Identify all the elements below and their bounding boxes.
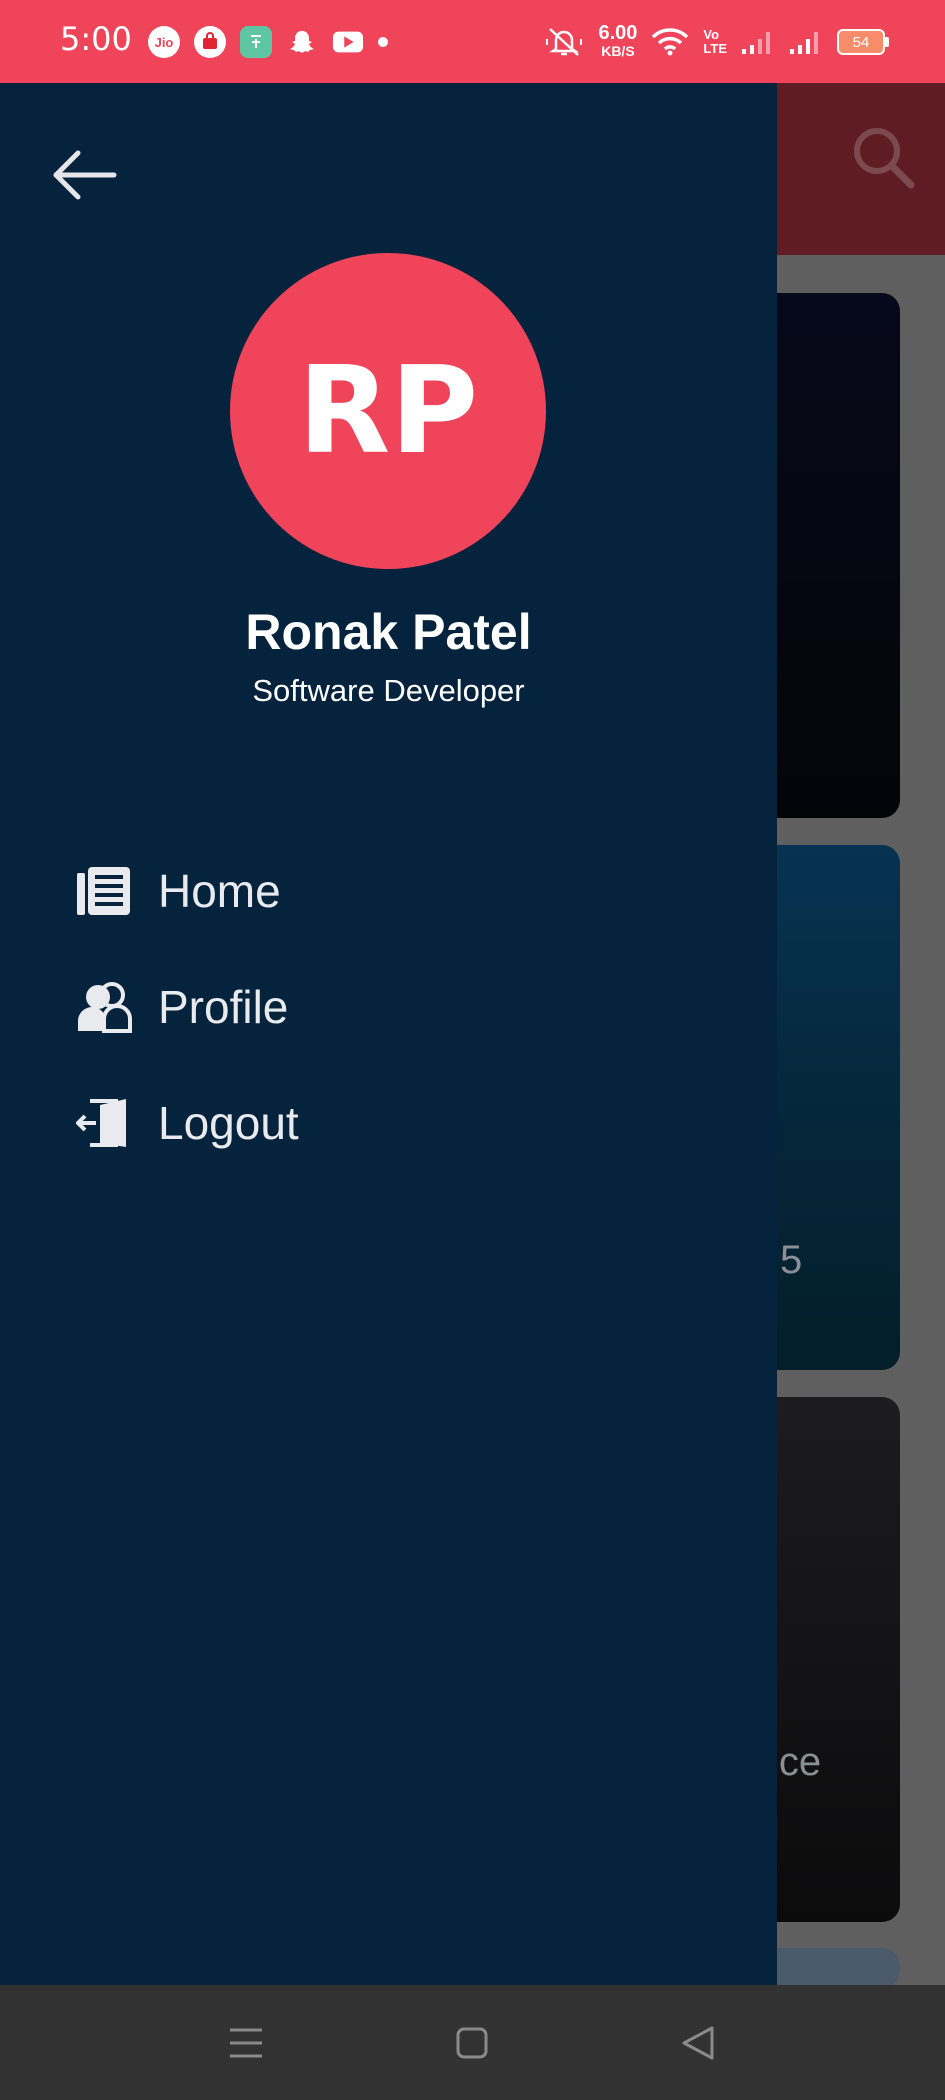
menu-label: Home [158,865,281,917]
card-text: 5 [780,1238,803,1282]
menu-item-profile[interactable]: Profile [76,949,676,1065]
menu-item-logout[interactable]: Logout [76,1065,676,1181]
more-notifications-dot [378,37,388,47]
signal-sim1-icon [742,32,770,54]
home-square-icon [456,2027,488,2059]
menu-label: Logout [158,1097,299,1149]
arrow-back-icon [53,150,117,200]
back-nav-button[interactable] [668,2013,728,2073]
wifi-icon [652,28,689,56]
menu-item-home[interactable]: Home [76,833,676,949]
search-icon [854,128,915,189]
mute-icon [546,28,583,56]
status-time: 5:00 [60,20,132,58]
avatar: RP [230,253,546,569]
logout-icon [76,1095,132,1151]
menu-label: Profile [158,981,289,1033]
recents-button[interactable] [216,2013,276,2073]
signal-sim2-icon [790,32,818,54]
user-role: Software Developer [252,673,525,708]
user-name: Ronak Patel [245,604,532,660]
search-button[interactable] [851,125,915,189]
shop-icon [194,26,226,58]
drawer-menu: Home Profile Logout [76,833,676,1181]
status-indicators: 6.00 KB/S Vo LTE 54 [544,18,889,66]
volte-indicator: Vo LTE [703,27,727,56]
back-button[interactable] [50,145,120,205]
snapchat-icon [286,26,318,58]
back-triangle-icon [682,2026,714,2060]
navigation-drawer: RP Ronak Patel Software Developer Home P… [0,83,777,1985]
jio-icon: Jio [148,26,180,58]
profile-icon [76,979,132,1035]
system-nav-bar [0,1985,945,2100]
network-speed: 6.00 KB/S [598,22,638,59]
menu-icon [230,2028,262,2058]
youtube-icon [332,26,364,58]
card-text: ice [770,1740,822,1784]
calculator-icon [240,26,272,58]
home-button[interactable] [442,2013,502,2073]
battery-icon: 54 [837,29,889,55]
status-bar: 5:00 Jio 6.00 KB/S Vo LTE 54 [0,0,945,83]
notification-icons: Jio [148,25,388,59]
home-icon [76,863,132,919]
